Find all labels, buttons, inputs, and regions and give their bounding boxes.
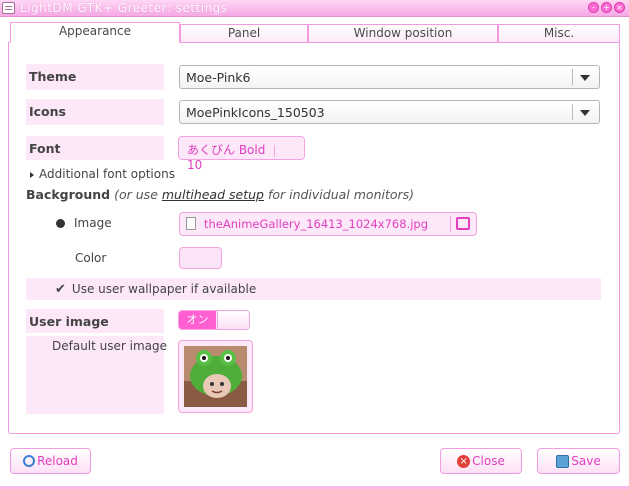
chooser-separator bbox=[450, 216, 451, 232]
expander-arrow-icon bbox=[30, 171, 34, 178]
window-controls: – + × bbox=[588, 2, 625, 13]
reload-icon bbox=[23, 455, 36, 467]
file-image-icon bbox=[186, 217, 196, 230]
close-label: Close bbox=[472, 454, 505, 468]
image-file-name: theAnimeGallery_16413_1024x768.jpg bbox=[204, 217, 429, 231]
reload-label: Reload bbox=[37, 454, 78, 468]
icons-label: Icons bbox=[26, 99, 164, 125]
user-avatar-image bbox=[184, 346, 247, 407]
checkmark-icon: ✔ bbox=[55, 282, 66, 297]
additional-font-expander[interactable]: Additional font options bbox=[30, 167, 175, 181]
combo-separator bbox=[572, 69, 573, 85]
image-radio[interactable]: Image bbox=[56, 216, 112, 230]
color-label: Color bbox=[75, 251, 107, 265]
tab-label: Appearance bbox=[58, 24, 132, 38]
font-separator bbox=[274, 144, 276, 157]
background-image-chooser[interactable]: theAnimeGallery_16413_1024x768.jpg bbox=[179, 212, 477, 236]
combo-separator bbox=[572, 104, 573, 120]
tab-window-position[interactable]: Window position bbox=[308, 24, 498, 43]
chevron-down-icon bbox=[580, 75, 590, 81]
save-label: Save bbox=[571, 454, 601, 468]
font-size: 10 bbox=[187, 158, 203, 172]
theme-label: Theme bbox=[26, 64, 164, 90]
note-prefix: (or use bbox=[114, 187, 162, 202]
image-label: Image bbox=[74, 216, 112, 230]
tab-misc[interactable]: Misc. bbox=[498, 24, 620, 43]
wallpaper-label: Use user wallpaper if available bbox=[71, 282, 257, 296]
theme-value: Moe-Pink6 bbox=[186, 70, 251, 85]
background-heading: Background (or use multihead setup for i… bbox=[26, 187, 414, 202]
theme-combo[interactable]: Moe-Pink6 bbox=[179, 65, 600, 89]
default-user-image-label: Default user image bbox=[52, 339, 168, 353]
background-note: (or use multihead setup for individual m… bbox=[114, 187, 414, 202]
chevron-down-icon bbox=[580, 110, 590, 116]
open-folder-icon bbox=[456, 217, 470, 230]
switch-on-text: オン bbox=[179, 311, 216, 329]
close-button[interactable]: × Close bbox=[440, 448, 522, 474]
save-icon bbox=[556, 454, 570, 468]
user-image-label: User image bbox=[26, 309, 164, 333]
note-suffix: for individual monitors) bbox=[263, 187, 415, 202]
tab-label: Window position bbox=[353, 26, 453, 40]
icons-value: MoePinkIcons_150503 bbox=[186, 105, 325, 120]
tab-bar: Appearance Panel Window position Misc. bbox=[8, 22, 620, 43]
background-label: Background bbox=[26, 187, 111, 202]
title-bar: LightDM GTK+ Greeter: settings – + × bbox=[0, 0, 629, 17]
maximize-icon[interactable]: + bbox=[601, 2, 612, 13]
save-button[interactable]: Save bbox=[537, 448, 620, 474]
tab-appearance[interactable]: Appearance bbox=[10, 22, 180, 43]
close-icon: × bbox=[457, 454, 471, 468]
tab-label: Panel bbox=[227, 26, 261, 40]
font-button[interactable]: あくびん Bold 10 bbox=[178, 136, 305, 172]
app-icon bbox=[2, 2, 15, 14]
wallpaper-checkbox[interactable]: ✔ Use user wallpaper if available bbox=[55, 282, 256, 297]
color-button[interactable] bbox=[179, 247, 222, 269]
icons-combo[interactable]: MoePinkIcons_150503 bbox=[179, 100, 600, 124]
multihead-setup-link[interactable]: multihead setup bbox=[162, 187, 264, 202]
minimize-icon[interactable]: – bbox=[588, 2, 599, 13]
switch-knob bbox=[217, 311, 249, 329]
radio-selected-icon bbox=[56, 219, 65, 228]
user-image-switch[interactable]: オン bbox=[178, 310, 250, 330]
window-title: LightDM GTK+ Greeter: settings bbox=[20, 1, 228, 15]
tab-panel[interactable]: Panel bbox=[180, 24, 308, 43]
font-name: あくびん Bold bbox=[187, 143, 266, 157]
default-user-image-button[interactable] bbox=[178, 340, 253, 413]
reload-button[interactable]: Reload bbox=[10, 448, 91, 474]
close-window-icon[interactable]: × bbox=[614, 2, 625, 13]
font-label: Font bbox=[26, 136, 164, 160]
tab-label: Misc. bbox=[543, 26, 575, 40]
additional-font-label: Additional font options bbox=[39, 167, 175, 181]
